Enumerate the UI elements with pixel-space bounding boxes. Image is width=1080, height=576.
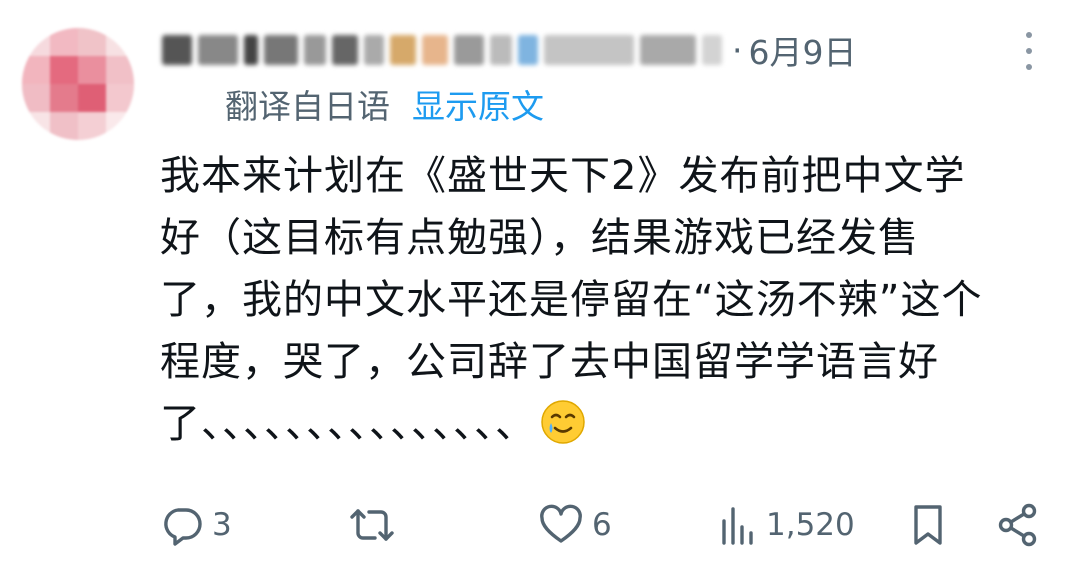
translation-bar: 翻译自日语 显示原文 xyxy=(225,80,544,128)
bookmark-button[interactable] xyxy=(908,495,948,555)
post-body-line-last: 了、、、、、、、、、、、、、、、 xyxy=(160,393,1060,455)
post-body-line: 了，我的中文水平还是停留在“这汤不辣”这个 xyxy=(160,277,983,323)
post-body-line: 了、、、、、、、、、、、、、、、 xyxy=(160,401,536,447)
more-options-icon[interactable] xyxy=(1016,32,1042,70)
reply-icon xyxy=(164,508,202,546)
bookmark-icon xyxy=(914,505,942,545)
repost-button[interactable] xyxy=(348,495,404,555)
post-header: · 6月9日 xyxy=(162,24,1052,76)
like-count: 6 xyxy=(592,507,612,543)
date-text: 6月9日 xyxy=(748,33,857,72)
share-icon xyxy=(998,503,1037,547)
author-name-blurred[interactable] xyxy=(162,28,722,72)
translation-note: 翻译自日语 xyxy=(225,87,390,126)
reply-count: 3 xyxy=(212,507,232,543)
post-body-line: 程度，哭了，公司辞了去中国留学学语言好 xyxy=(160,339,939,385)
like-button[interactable]: 6 xyxy=(538,495,612,555)
repost-icon xyxy=(350,509,394,541)
show-original-link[interactable]: 显示原文 xyxy=(412,80,544,128)
smiling-face-with-tear-icon xyxy=(541,400,585,444)
post-body-line: 我本来计划在《盛世天下2》发布前把中文学 xyxy=(160,153,966,199)
view-count: 1,520 xyxy=(766,507,855,543)
post-body: 我本来计划在《盛世天下2》发布前把中文学 好（这目标有点勉强），结果游戏已经发售… xyxy=(160,145,1060,455)
share-button[interactable] xyxy=(996,495,1040,555)
date-separator: · xyxy=(732,30,743,70)
post-date[interactable]: · 6月9日 xyxy=(732,26,857,74)
action-bar: 3 6 1,520 xyxy=(160,495,1050,555)
heart-icon xyxy=(540,504,582,543)
views-button[interactable]: 1,520 xyxy=(718,495,855,555)
post-body-line: 好（这目标有点勉强），结果游戏已经发售 xyxy=(160,215,919,261)
reply-button[interactable]: 3 xyxy=(160,495,232,555)
avatar[interactable] xyxy=(22,28,134,140)
views-chart-icon xyxy=(722,507,753,545)
post: · 6月9日 翻译自日语 显示原文 我本来计划在《盛世天下2》发布前把中文学 好… xyxy=(0,0,1080,576)
